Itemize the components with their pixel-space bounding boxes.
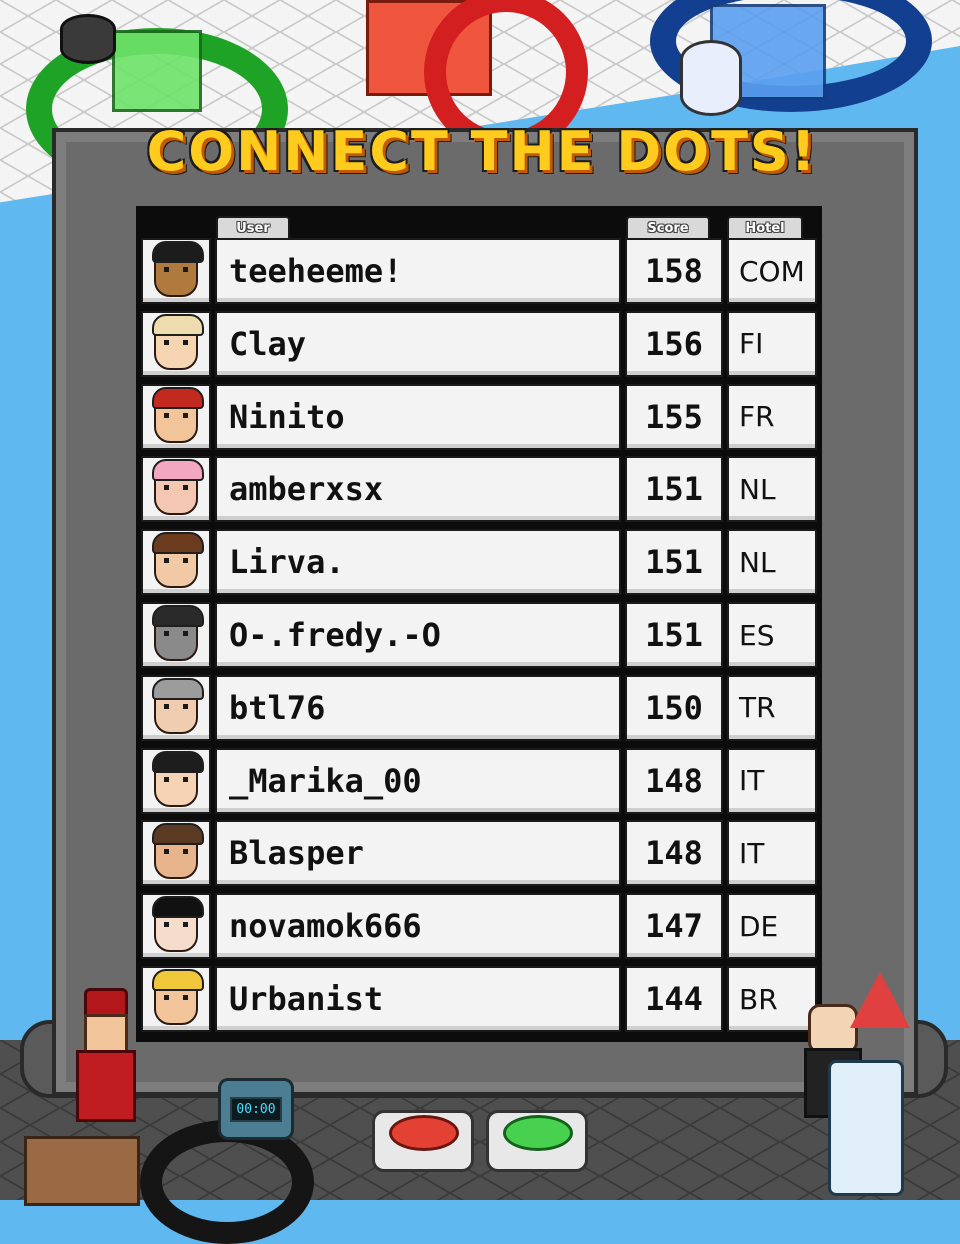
username: _Marika_00 bbox=[215, 747, 621, 814]
leaderboard-row: btl76 150 TR bbox=[141, 674, 819, 745]
avatar-hair bbox=[152, 241, 204, 263]
username: Urbanist bbox=[215, 966, 621, 1032]
hotel: TR bbox=[727, 674, 817, 741]
avatar bbox=[141, 529, 211, 596]
header-hotel: Hotel bbox=[727, 216, 803, 238]
leaderboard-row: Lirva. 151 NL bbox=[141, 529, 819, 599]
score: 148 bbox=[625, 747, 723, 814]
avatar-hair bbox=[152, 459, 204, 482]
hotel: NL bbox=[727, 456, 817, 523]
leaderboard-row: Urbanist 144 BR bbox=[141, 966, 819, 1036]
hotel: FR bbox=[727, 383, 817, 450]
avatar bbox=[141, 456, 211, 523]
hotel: FI bbox=[727, 310, 817, 377]
avatar-hair bbox=[152, 896, 204, 919]
avatar bbox=[141, 747, 211, 814]
score: 144 bbox=[625, 966, 723, 1032]
avatar-face bbox=[152, 605, 204, 661]
cardboard-box bbox=[24, 1136, 140, 1206]
leaderboard-row: Blasper 148 IT bbox=[141, 820, 819, 890]
warning-sign bbox=[850, 972, 910, 1028]
username: amberxsx bbox=[215, 456, 621, 523]
avatar-hair bbox=[152, 677, 204, 700]
avatar bbox=[141, 310, 211, 377]
avatar-face bbox=[152, 750, 204, 807]
green-chip-stack bbox=[60, 14, 116, 64]
avatar-hair bbox=[152, 532, 204, 555]
avatar-face bbox=[152, 241, 204, 297]
score: 151 bbox=[625, 456, 723, 523]
leaderboard-row: teeheeme! 158 COM bbox=[141, 238, 819, 308]
avatar-face bbox=[152, 823, 204, 880]
avatar-hair bbox=[152, 750, 204, 773]
avatar-hair bbox=[152, 969, 204, 991]
leaderboard-row: _Marika_00 148 IT bbox=[141, 747, 819, 818]
avatar-face bbox=[152, 386, 204, 443]
hotel: DE bbox=[727, 893, 817, 960]
timer-display: 00:00 bbox=[230, 1096, 282, 1122]
avatar-face bbox=[152, 459, 204, 516]
green-cube-piece bbox=[112, 30, 202, 112]
score: 156 bbox=[625, 310, 723, 377]
username: Ninito bbox=[215, 383, 621, 450]
red-game-button[interactable] bbox=[372, 1110, 474, 1172]
hotel: ES bbox=[727, 602, 817, 668]
avatar-face bbox=[152, 677, 204, 734]
avatar-face bbox=[152, 532, 204, 589]
score: 150 bbox=[625, 674, 723, 741]
username: novamok666 bbox=[215, 893, 621, 960]
score: 148 bbox=[625, 820, 723, 887]
leaderboard-row: Ninito 155 FR bbox=[141, 383, 819, 454]
avatar-hair bbox=[152, 823, 204, 846]
game-title: CONNECT THE DOTS! bbox=[146, 119, 818, 183]
score: 151 bbox=[625, 529, 723, 596]
avatar bbox=[141, 383, 211, 450]
countdown-timer: 00:00 bbox=[218, 1078, 294, 1140]
blue-chip-stack bbox=[680, 40, 742, 116]
score: 155 bbox=[625, 383, 723, 450]
avatar-face bbox=[152, 969, 204, 1025]
avatar bbox=[141, 238, 211, 304]
header-user: User bbox=[216, 216, 290, 238]
header-score: Score bbox=[626, 216, 710, 238]
username: O-.fredy.-O bbox=[215, 602, 621, 668]
hotel: NL bbox=[727, 529, 817, 596]
avatar bbox=[141, 966, 211, 1032]
username: Lirva. bbox=[215, 529, 621, 596]
avatar bbox=[141, 820, 211, 887]
hotel: IT bbox=[727, 820, 817, 887]
avatar-hair bbox=[152, 605, 204, 627]
leaderboard-row: O-.fredy.-O 151 ES bbox=[141, 602, 819, 672]
leaderboard-row: Clay 156 FI bbox=[141, 310, 819, 381]
avatar-face bbox=[152, 896, 204, 953]
green-game-button[interactable] bbox=[486, 1110, 588, 1172]
score: 158 bbox=[625, 238, 723, 304]
avatar-face bbox=[152, 313, 204, 370]
doorman-character bbox=[72, 988, 136, 1122]
avatar bbox=[141, 893, 211, 960]
hotel: IT bbox=[727, 747, 817, 814]
score: 147 bbox=[625, 893, 723, 960]
username: Clay bbox=[215, 310, 621, 377]
score: 151 bbox=[625, 602, 723, 668]
username: Blasper bbox=[215, 820, 621, 887]
avatar bbox=[141, 674, 211, 741]
username: btl76 bbox=[215, 674, 621, 741]
username: teeheeme! bbox=[215, 238, 621, 304]
leaderboard-row: amberxsx 151 NL bbox=[141, 456, 819, 526]
avatar-hair bbox=[152, 386, 204, 409]
avatar-hair bbox=[152, 313, 204, 336]
avatar bbox=[141, 602, 211, 668]
hotel: COM bbox=[727, 238, 817, 304]
habbo-kiosk bbox=[828, 1060, 904, 1196]
leaderboard-row: novamok666 147 DE bbox=[141, 893, 819, 963]
